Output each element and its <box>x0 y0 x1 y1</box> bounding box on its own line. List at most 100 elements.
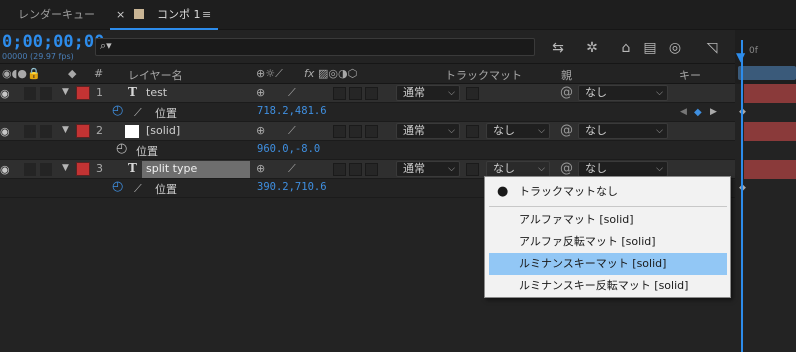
column-parent[interactable]: 親 <box>561 67 572 83</box>
menu-item-luma-inverted-matte[interactable]: ルミナンスキー反転マット [solid] <box>489 275 727 297</box>
expand-triangle-icon[interactable]: ▼ <box>62 163 69 173</box>
current-time-display[interactable]: 0;00;00;00 <box>2 32 104 52</box>
frame-blending-icon[interactable]: ▤ <box>640 38 660 58</box>
video-visibility-icon[interactable]: ◉ <box>0 162 10 177</box>
layer-row[interactable]: ◉ ▼ 1 T test ⊕ ⟋ 通常 ⌵ @ なし ⌵ <box>0 84 735 103</box>
layer-duration-bar[interactable] <box>744 122 796 141</box>
switches-icon: ⊕☼⟋ <box>256 67 283 80</box>
track-matte-value: なし <box>493 162 515 175</box>
stopwatch-icon[interactable]: ◴ <box>112 103 123 118</box>
column-layer-name[interactable]: レイヤー名 <box>128 67 183 83</box>
add-keyframe-icon[interactable]: ◆ <box>694 105 702 120</box>
label-color-chip[interactable] <box>76 86 90 100</box>
graph-icon[interactable]: ⟋ <box>134 105 142 120</box>
lock-toggle[interactable] <box>40 125 52 138</box>
preserve-transparency-toggle[interactable] <box>466 87 479 100</box>
property-name: 位置 <box>155 183 177 196</box>
menu-item-alpha-inverted-matte[interactable]: アルファ反転マット [solid] <box>489 231 727 253</box>
menu-item-label: アルファマット [solid] <box>519 213 634 226</box>
motion-blur-icon[interactable]: ◎ <box>665 38 685 58</box>
work-area-bar[interactable] <box>738 66 796 80</box>
solo-toggle[interactable] <box>24 87 36 100</box>
tab-close-icon[interactable]: × <box>116 0 125 30</box>
expand-triangle-icon[interactable]: ▼ <box>62 87 69 97</box>
parent-dropdown[interactable]: なし ⌵ <box>578 123 668 139</box>
menu-item-label: トラックマットなし <box>519 185 618 198</box>
text-layer-icon: T <box>128 85 137 99</box>
solid-layer-thumbnail <box>125 125 139 138</box>
layer-name[interactable]: test <box>146 86 167 99</box>
track-matte-dropdown[interactable]: なし ⌵ <box>486 123 550 139</box>
graph-editor-icon[interactable]: ◹ <box>702 38 722 58</box>
switch-slot <box>349 163 362 176</box>
label-color-chip[interactable] <box>76 124 90 138</box>
quality-switch-icon[interactable]: ⟋ <box>288 162 296 176</box>
switch-slot <box>365 163 378 176</box>
parent-value: なし <box>585 124 607 137</box>
layer-row[interactable]: ◉ ▼ 2 [solid] ⊕ ⟋ 通常 ⌵ なし ⌵ @ なし ⌵ <box>0 122 735 141</box>
checked-bullet-icon: ● <box>497 184 509 199</box>
pick-whip-icon[interactable]: @ <box>560 123 573 138</box>
menu-item-alpha-matte[interactable]: アルファマット [solid] <box>489 209 727 231</box>
preserve-transparency-toggle[interactable] <box>466 163 479 176</box>
switch-slot <box>349 125 362 138</box>
column-track-matte[interactable]: トラックマット <box>445 67 522 83</box>
draft-3d-icon[interactable]: ✲ <box>582 38 602 58</box>
video-visibility-icon[interactable]: ◉ <box>0 124 10 139</box>
layer-column-header: ◉◖●🔒 ◆ # レイヤー名 ⊕☼⟋ fx ▨◎◑⬡ トラックマット 親 キー <box>0 64 735 84</box>
quality-switch-icon[interactable]: ⟋ <box>288 86 296 100</box>
frame-rate-label: 00000 (29.97 fps) <box>2 52 74 61</box>
video-visibility-icon[interactable]: ◉ <box>0 86 10 101</box>
blend-mode-dropdown[interactable]: 通常 ⌵ <box>396 161 460 177</box>
stopwatch-icon[interactable]: ◴ <box>116 141 127 156</box>
label-color-chip[interactable] <box>76 162 90 176</box>
layer-name[interactable]: split type <box>146 162 197 175</box>
menu-item-label: アルファ反転マット [solid] <box>519 235 656 248</box>
solo-toggle[interactable] <box>24 125 36 138</box>
property-name: 位置 <box>155 107 177 120</box>
chevron-down-icon: ⌵ <box>656 164 663 174</box>
parent-dropdown[interactable]: なし ⌵ <box>578 85 668 101</box>
property-value[interactable]: 960.0,-8.0 <box>257 143 320 155</box>
next-keyframe-icon[interactable]: ▶ <box>710 105 717 120</box>
prev-keyframe-icon[interactable]: ◀ <box>680 105 687 120</box>
menu-item-label: ルミナンスキーマット [solid] <box>519 257 667 270</box>
tab-render-queue[interactable]: レンダーキュー <box>18 0 95 30</box>
graph-icon[interactable]: ⟋ <box>134 181 142 196</box>
shy-switch-icon[interactable]: ⊕ <box>256 162 265 175</box>
track-matte-menu: ● トラックマットなし アルファマット [solid] アルファ反転マット [s… <box>484 176 731 298</box>
lock-toggle[interactable] <box>40 87 52 100</box>
lock-toggle[interactable] <box>40 163 52 176</box>
property-value[interactable]: 718.2,481.6 <box>257 105 327 117</box>
property-row[interactable]: ◴ 位置 960.0,-8.0 <box>0 141 735 160</box>
shy-switch-icon[interactable]: ⊕ <box>256 86 265 99</box>
comp-mini-flowchart-icon[interactable]: ⇆ <box>548 38 568 58</box>
solo-toggle[interactable] <box>24 163 36 176</box>
preserve-transparency-toggle[interactable] <box>466 125 479 138</box>
tab-menu-icon[interactable]: ≡ <box>202 0 211 30</box>
menu-separator <box>489 206 727 207</box>
blend-mode-dropdown[interactable]: 通常 ⌵ <box>396 123 460 139</box>
playhead[interactable] <box>741 40 743 352</box>
layer-name[interactable]: [solid] <box>146 124 180 137</box>
menu-item-luma-matte[interactable]: ルミナンスキーマット [solid] <box>489 253 727 275</box>
layer-duration-bar[interactable] <box>744 160 796 179</box>
shy-switch-icon[interactable]: ⊕ <box>256 124 265 137</box>
pick-whip-icon[interactable]: @ <box>560 161 573 176</box>
ruler-label: 0f <box>749 46 758 56</box>
track-matte-dropdown[interactable]: なし ⌵ <box>486 161 550 177</box>
pick-whip-icon[interactable]: @ <box>560 85 573 100</box>
search-input[interactable]: ⌕▾ <box>95 38 535 56</box>
blend-mode-dropdown[interactable]: 通常 ⌵ <box>396 85 460 101</box>
property-value[interactable]: 390.2,710.6 <box>257 181 327 193</box>
parent-dropdown[interactable]: なし ⌵ <box>578 161 668 177</box>
stopwatch-icon[interactable]: ◴ <box>112 179 123 194</box>
playhead-handle-icon[interactable]: ▼ <box>736 50 745 64</box>
layer-duration-bar[interactable] <box>744 84 796 103</box>
property-row[interactable]: ◴ ⟋ 位置 718.2,481.6 ◀ ◆ ▶ <box>0 103 735 122</box>
tab-comp-1[interactable]: コンポ 1 <box>157 0 201 30</box>
hide-shy-layers-icon[interactable]: ⌂ <box>616 38 636 58</box>
expand-triangle-icon[interactable]: ▼ <box>62 125 69 135</box>
menu-item-no-matte[interactable]: ● トラックマットなし <box>489 181 727 203</box>
quality-switch-icon[interactable]: ⟋ <box>288 124 296 138</box>
